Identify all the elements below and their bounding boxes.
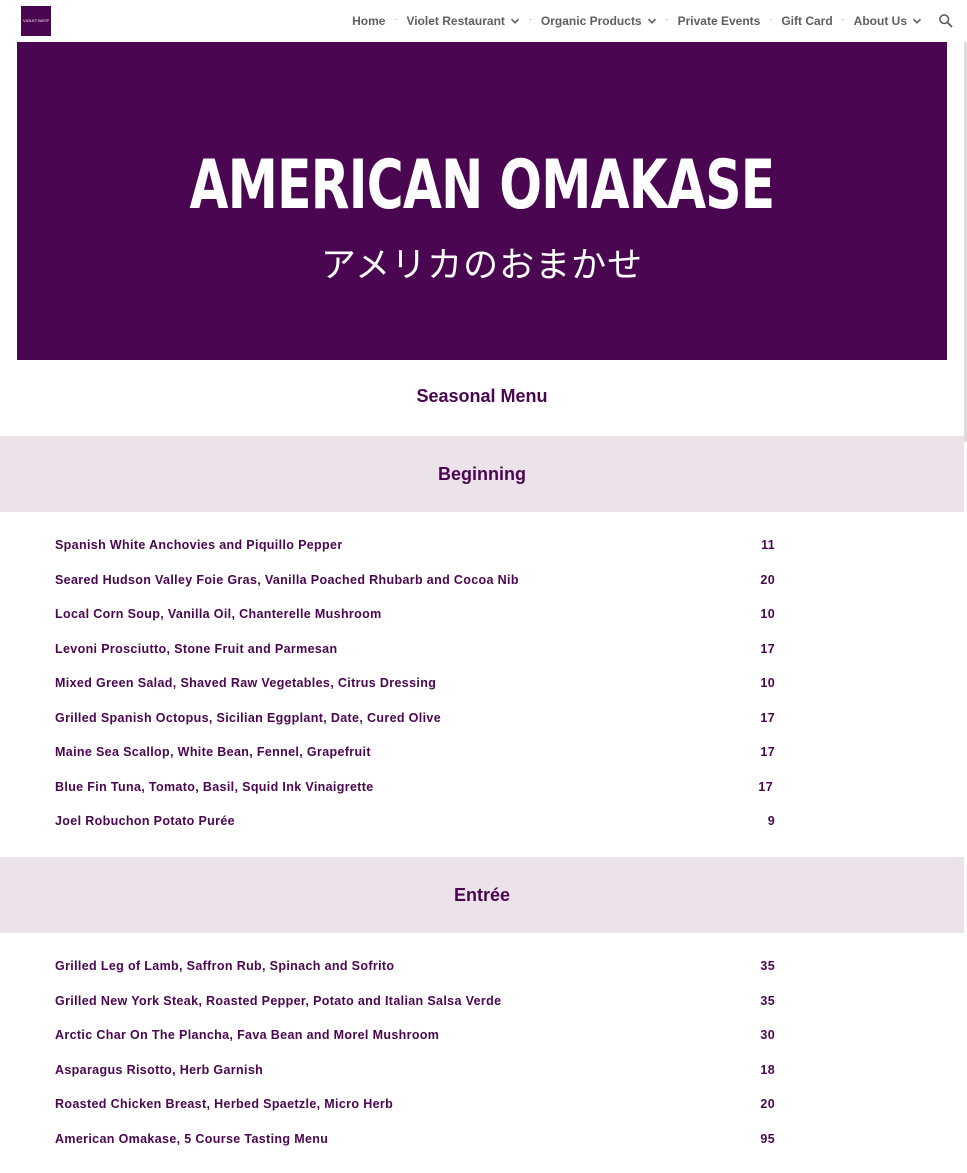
menu-item: Grilled New York Steak, Roasted Pepper, … [55,992,775,1012]
menu-item: Mixed Green Salad, Shaved Raw Vegetables… [55,674,775,694]
nav-separator: · [665,14,669,24]
menu-item-price: 17 [760,642,775,656]
menu-item-name: Grilled New York Steak, Roasted Pepper, … [55,994,502,1008]
menu-item: Levoni Prosciutto, Stone Fruit and Parme… [55,640,775,660]
nav-home-label: Home [352,14,386,28]
menu-item: Seared Hudson Valley Foie Gras, Vanilla … [55,571,775,591]
nav-violet-restaurant[interactable]: Violet Restaurant [406,14,519,28]
menu-item: Spanish White Anchovies and Piquillo Pep… [55,536,775,556]
search-icon[interactable] [938,13,954,29]
top-navigation-bar: VIOLET BISTRO Home · Violet Restaurant ·… [0,0,967,42]
menu-item: Blue Fin Tuna, Tomato, Basil, Squid Ink … [55,778,775,798]
menu-item-price: 95 [760,1132,775,1146]
nav-separator: · [394,14,398,24]
nav-separator: · [769,14,773,24]
menu-item-name: American Omakase, 5 Course Tasting Menu [55,1132,329,1146]
menu-item-name: Mixed Green Salad, Shaved Raw Vegetables… [55,676,437,690]
menu-item: Arctic Char On The Plancha, Fava Bean an… [55,1026,775,1046]
hero-subtitle: アメリカのおまかせ [320,246,644,286]
menu-item-price: 18 [760,1063,775,1077]
menu-item: Asparagus Risotto, Herb Garnish 18 [55,1061,775,1081]
menu-item: Joel Robuchon Potato Purée 9 [55,812,775,832]
menu-item-name: Asparagus Risotto, Herb Garnish [55,1063,264,1077]
nav-separator: · [528,14,532,24]
menu-item-name: Grilled Leg of Lamb, Saffron Rub, Spinac… [55,959,395,973]
menu-item-name: Maine Sea Scallop, White Bean, Fennel, G… [55,745,371,759]
chevron-down-icon[interactable] [510,16,520,26]
menu-item-price: 10 [760,607,775,621]
nav-private-events-label: Private Events [677,14,761,28]
menu-item-name: Blue Fin Tuna, Tomato, Basil, Squid Ink … [55,780,374,794]
chevron-down-icon[interactable] [912,16,922,26]
menu-item-name: Local Corn Soup, Vanilla Oil, Chanterell… [55,607,382,621]
main-nav: Home · Violet Restaurant · Organic Produ… [352,0,967,42]
section-title: Entrée [453,884,511,905]
site-logo[interactable]: VIOLET BISTRO [21,6,51,36]
menu-item-price: 10 [760,676,775,690]
nav-organic-products-label: Organic Products [540,14,642,28]
menu-item: Roasted Chicken Breast, Herbed Spaetzle,… [55,1095,775,1115]
menu-item: Grilled Spanish Octopus, Sicilian Eggpla… [55,709,775,729]
nav-home[interactable]: Home [352,14,385,28]
menu-item-price: 11 [761,538,775,552]
section-band-beginning: Beginning [0,436,964,512]
nav-separator: · [841,14,845,24]
menu-item-name: Arctic Char On The Plancha, Fava Bean an… [55,1028,440,1042]
menu-item-price: 9 [767,814,775,828]
logo-text: VIOLET BISTRO [23,18,49,23]
menu-item-name: Seared Hudson Valley Foie Gras, Vanilla … [55,573,519,587]
menu-item: American Omakase, 5 Course Tasting Menu 9… [55,1130,775,1150]
menu-item-price: 35 [760,994,775,1008]
nav-violet-restaurant-label: Violet Restaurant [406,14,505,28]
nav-organic-products[interactable]: Organic Products [541,14,657,28]
menu-title: Seasonal Menu [416,386,548,406]
menu-item-name: Spanish White Anchovies and Piquillo Pep… [55,538,343,552]
nav-gift-card-label: Gift Card [781,14,833,28]
nav-about-us-label: About Us [853,14,907,28]
menu-item-price: 20 [760,1097,775,1111]
nav-about-us[interactable]: About Us [854,14,922,28]
section-title: Beginning [438,463,526,484]
menu-item-price: 35 [760,959,775,973]
menu-item: Local Corn Soup, Vanilla Oil, Chanterell… [55,605,775,625]
menu-item-name: Grilled Spanish Octopus, Sicilian Eggpla… [55,711,442,725]
chevron-down-icon[interactable] [647,16,657,26]
menu-item-name: Roasted Chicken Breast, Herbed Spaetzle,… [55,1097,394,1111]
menu-item-price: 17 [760,711,775,725]
menu-item-name: Joel Robuchon Potato Purée [55,814,235,828]
menu-item-price: 17 [760,745,775,759]
nav-gift-card[interactable]: Gift Card [781,14,832,28]
hero-title: AMERICAN OMAKASE [189,146,776,225]
hero-banner: AMERICAN OMAKASE アメリカのおまかせ [17,42,947,360]
menu-item-price: 17 [758,780,773,794]
menu-item: Grilled Leg of Lamb, Saffron Rub, Spinac… [55,957,775,977]
nav-private-events[interactable]: Private Events [678,14,761,28]
menu-item: Maine Sea Scallop, White Bean, Fennel, G… [55,743,775,763]
section-band-entree: Entrée [0,857,964,933]
menu-item-price: 30 [760,1028,775,1042]
menu-item-price: 20 [760,573,775,587]
menu-item-name: Levoni Prosciutto, Stone Fruit and Parme… [55,642,338,656]
